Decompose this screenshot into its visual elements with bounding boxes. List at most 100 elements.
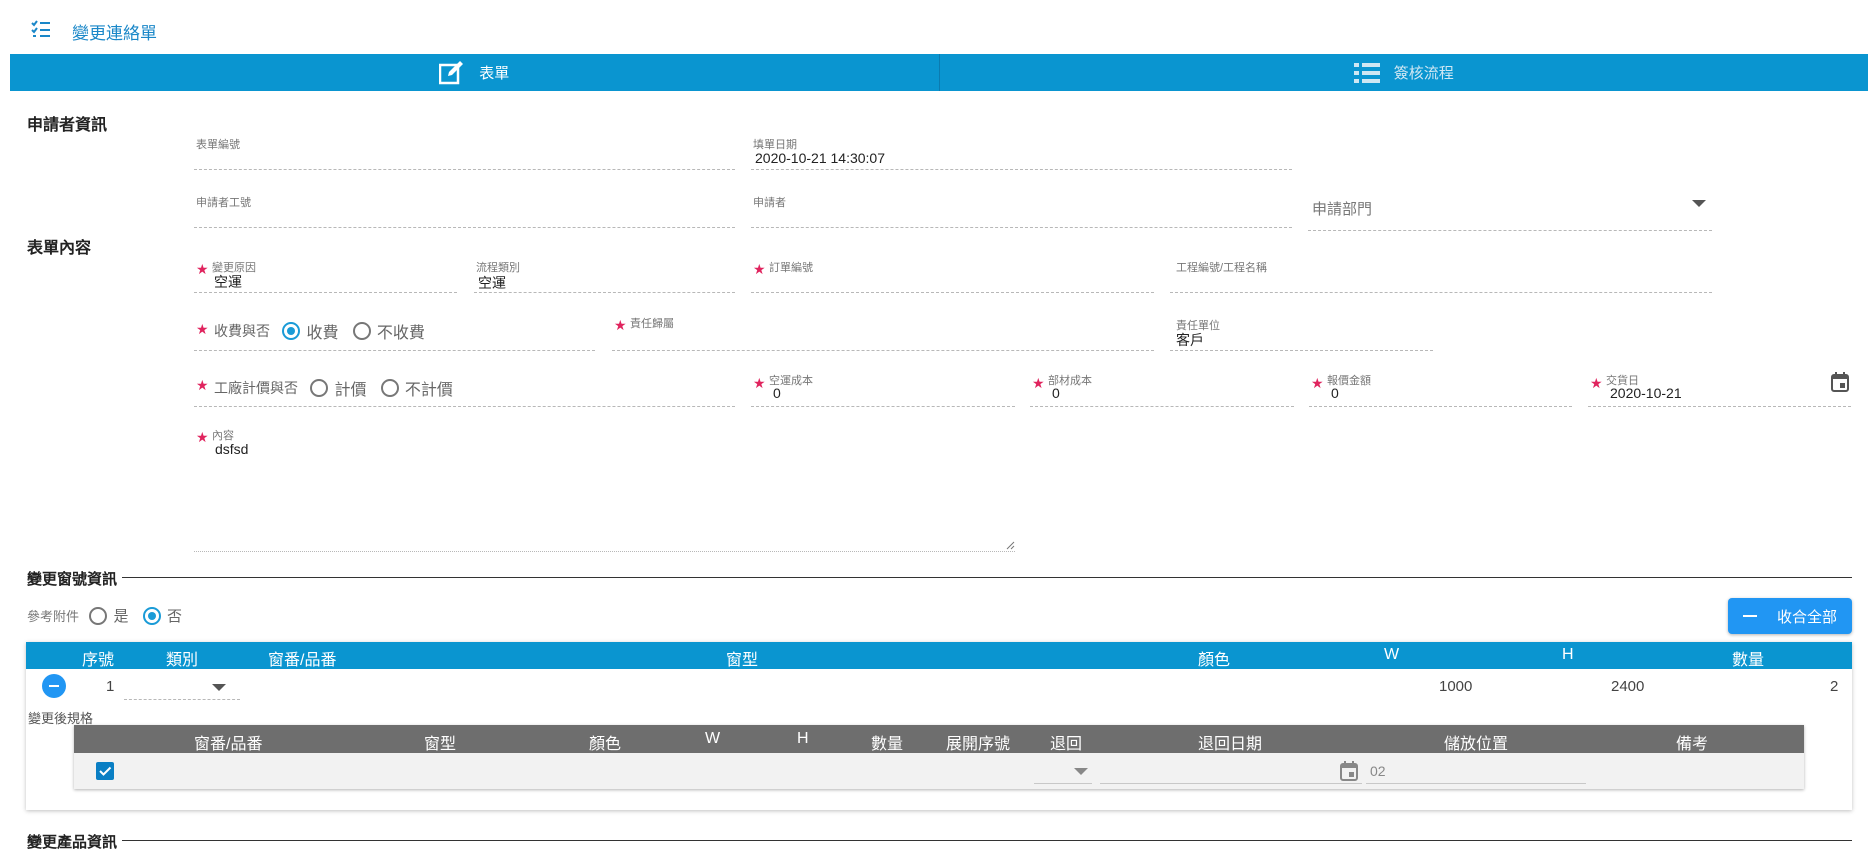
sub-col-h: H bbox=[797, 730, 809, 747]
resp-unit-field[interactable]: ★ 責任歸屬 bbox=[612, 313, 1154, 351]
dept-select[interactable]: 申請部門 bbox=[1308, 190, 1712, 231]
sub-col-remark: 備考 bbox=[1676, 736, 1709, 753]
resp-dept-value: 客戶 bbox=[1176, 332, 1204, 348]
edit-icon bbox=[439, 60, 464, 84]
order-no-label: 訂單編號 bbox=[769, 262, 813, 274]
charge-label: 收費與否 bbox=[214, 323, 270, 339]
attachment-radio-no[interactable] bbox=[142, 606, 161, 625]
required-star-icon: ★ bbox=[196, 261, 209, 277]
collapse-all-button[interactable]: 收合全部 bbox=[1728, 598, 1852, 634]
section-divider bbox=[122, 840, 1852, 841]
delivery-date-value: 2020-10-21 bbox=[1610, 385, 1682, 401]
dept-placeholder: 申請部門 bbox=[1312, 201, 1373, 218]
applicant-id-field[interactable]: 申請者工號 bbox=[194, 192, 735, 228]
form-no-label: 表單編號 bbox=[196, 139, 240, 151]
storage-field[interactable]: 02 bbox=[1366, 758, 1586, 784]
tab-form[interactable]: 表單 bbox=[10, 54, 939, 91]
row-w: 1000 bbox=[1439, 678, 1473, 695]
tab-approval-flow[interactable]: 簽核流程 bbox=[938, 54, 1869, 91]
fill-date-value: 2020-10-21 14:30:07 bbox=[755, 150, 885, 166]
order-no-field[interactable]: ★ 訂單編號 bbox=[751, 257, 1154, 293]
chevron-down-icon bbox=[1692, 200, 1706, 207]
calendar-icon[interactable] bbox=[1340, 761, 1358, 781]
project-field[interactable]: 工程編號/工程名稱 bbox=[1170, 257, 1712, 293]
col-h: H bbox=[1562, 646, 1574, 663]
charge-option-no: 不收費 bbox=[376, 325, 425, 342]
factory-option-no: 不計價 bbox=[404, 382, 453, 399]
charge-option-yes: 收費 bbox=[306, 325, 339, 342]
resize-handle-icon[interactable] bbox=[1006, 541, 1015, 550]
attachment-label: 參考附件 bbox=[27, 609, 80, 624]
sub-col-return-date: 退回日期 bbox=[1198, 736, 1263, 753]
required-star-icon: ★ bbox=[1311, 375, 1324, 391]
page-title: 變更連絡單 bbox=[72, 24, 157, 43]
window-info-section-title: 變更窗號資訊 bbox=[27, 571, 118, 588]
flow-type-field[interactable]: 流程類別 空運 bbox=[474, 257, 735, 293]
quote-amount-field[interactable]: ★ 報價金額 0 bbox=[1309, 369, 1572, 407]
col-qty: 數量 bbox=[1732, 652, 1765, 669]
applicant-field[interactable]: 申請者 bbox=[751, 192, 1292, 228]
section-divider bbox=[122, 577, 1852, 578]
delivery-date-field[interactable]: ★ 交貨日 2020-10-21 bbox=[1588, 369, 1851, 407]
factory-label: 工廠計價與否 bbox=[214, 380, 298, 396]
factory-radio-yes[interactable] bbox=[310, 379, 329, 397]
required-star-icon: ★ bbox=[753, 261, 766, 277]
required-star-icon: ★ bbox=[614, 317, 627, 333]
sub-col-qty: 數量 bbox=[871, 736, 904, 753]
checklist-icon[interactable] bbox=[30, 18, 52, 40]
col-category: 類別 bbox=[166, 652, 199, 669]
after-spec-row: 02 bbox=[74, 754, 1804, 788]
change-reason-field[interactable]: ★ 變更原因 空運 bbox=[194, 257, 457, 293]
sub-col-expand-seq: 展開序號 bbox=[946, 736, 1011, 753]
tab-bar: 表單 簽核流程 bbox=[10, 54, 1868, 91]
chevron-down-icon bbox=[212, 684, 226, 691]
applicant-id-label: 申請者工號 bbox=[196, 197, 251, 209]
row-checkbox[interactable] bbox=[96, 762, 114, 780]
col-type: 窗型 bbox=[726, 652, 759, 669]
return-select[interactable] bbox=[1034, 758, 1092, 784]
row-h: 2400 bbox=[1611, 678, 1645, 695]
category-select[interactable] bbox=[124, 674, 240, 700]
resp-dept-field[interactable]: 責任單位 客戶 bbox=[1170, 313, 1433, 351]
description-textarea[interactable]: ★ 內容 dsfsd bbox=[194, 425, 1015, 552]
sub-col-color: 顏色 bbox=[589, 736, 622, 753]
applicant-label: 申請者 bbox=[753, 197, 786, 209]
after-spec-header: 窗番/品番 窗型 顏色 W H 數量 展開序號 退回 退回日期 儲放位置 備考 bbox=[74, 725, 1804, 753]
tab-flow-label: 簽核流程 bbox=[1393, 65, 1454, 82]
project-label: 工程編號/工程名稱 bbox=[1176, 262, 1268, 274]
factory-radio-no[interactable] bbox=[380, 379, 399, 397]
calendar-icon[interactable] bbox=[1831, 372, 1849, 392]
check-icon bbox=[99, 766, 112, 776]
col-color: 顏色 bbox=[1198, 652, 1231, 669]
attachment-radio-yes[interactable] bbox=[89, 606, 108, 625]
col-w: W bbox=[1384, 646, 1400, 663]
charge-radio-group: ★ 收費與否 收費 不收費 bbox=[194, 313, 595, 351]
air-cost-field[interactable]: ★ 空運成本 0 bbox=[751, 369, 1015, 407]
sub-col-w: W bbox=[705, 730, 721, 747]
required-star-icon: ★ bbox=[753, 375, 766, 391]
minus-icon bbox=[1742, 615, 1757, 617]
product-info-section-title: 變更產品資訊 bbox=[27, 834, 118, 850]
sub-col-type: 窗型 bbox=[424, 736, 457, 753]
description-value: dsfsd bbox=[215, 441, 249, 457]
charge-radio-no[interactable] bbox=[352, 322, 371, 340]
attachment-option-no: 否 bbox=[166, 608, 182, 625]
storage-value: 02 bbox=[1370, 763, 1386, 779]
charge-radio-yes[interactable] bbox=[282, 322, 301, 340]
fill-date-field[interactable]: 填單日期 2020-10-21 14:30:07 bbox=[751, 134, 1292, 170]
remove-row-button[interactable] bbox=[42, 674, 66, 698]
sub-col-return: 退回 bbox=[1050, 736, 1083, 753]
return-date-field[interactable] bbox=[1100, 758, 1362, 784]
chevron-down-icon bbox=[1074, 768, 1088, 775]
material-cost-field[interactable]: ★ 部材成本 0 bbox=[1030, 369, 1294, 407]
tab-form-label: 表單 bbox=[479, 65, 510, 82]
material-cost-value: 0 bbox=[1052, 385, 1060, 401]
required-star-icon: ★ bbox=[196, 321, 209, 337]
list-icon bbox=[1353, 62, 1380, 83]
form-no-field[interactable]: 表單編號 bbox=[194, 134, 735, 170]
row-qty: 2 bbox=[1830, 678, 1839, 695]
factory-radio-group: ★ 工廠計價與否 計價 不計價 bbox=[194, 369, 735, 407]
quote-amount-value: 0 bbox=[1331, 385, 1339, 401]
top-header: 變更連絡單 bbox=[10, 4, 1868, 52]
sub-col-code: 窗番/品番 bbox=[194, 736, 263, 753]
